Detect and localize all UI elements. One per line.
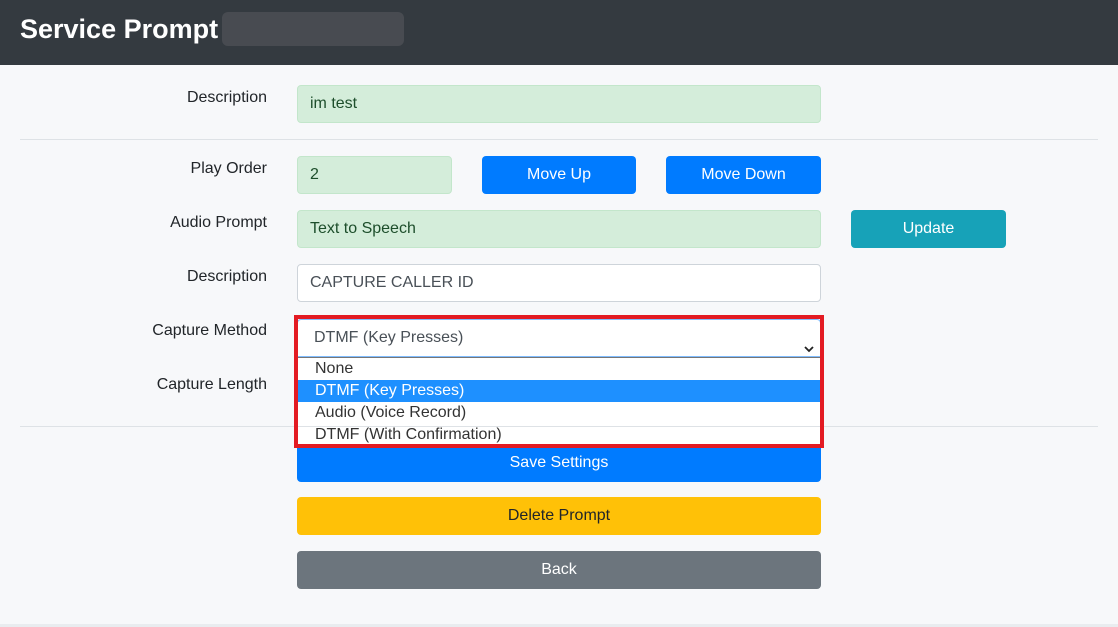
delete-prompt-button[interactable]: Delete Prompt [297, 497, 821, 535]
audio-prompt-label: Audio Prompt [170, 214, 267, 231]
divider [20, 426, 1098, 427]
play-order-field[interactable]: 2 [297, 156, 452, 194]
description-field[interactable]: im test [297, 85, 821, 123]
prompt-description-field[interactable]: CAPTURE CALLER ID [297, 264, 821, 302]
capture-method-value: DTMF (Key Presses) [314, 329, 464, 346]
audio-prompt-field[interactable]: Text to Speech [297, 210, 821, 248]
update-button[interactable]: Update [851, 210, 1006, 248]
move-down-button[interactable]: Move Down [666, 156, 821, 194]
app-header: Service Prompt [0, 0, 1118, 65]
page-title: Service Prompt [20, 14, 219, 44]
capture-method-dropdown: None DTMF (Key Presses) Audio (Voice Rec… [297, 357, 821, 447]
chevron-down-icon[interactable] [804, 332, 814, 353]
play-order-label: Play Order [190, 160, 267, 177]
redacted-area [222, 12, 404, 46]
capture-method-label: Capture Method [152, 322, 267, 339]
capture-method-select[interactable]: DTMF (Key Presses) [297, 319, 821, 357]
dropdown-option-audio-voice-record[interactable]: Audio (Voice Record) [298, 402, 820, 424]
capture-length-label: Capture Length [156, 376, 267, 393]
dropdown-option-dtmf-key-presses[interactable]: DTMF (Key Presses) [298, 380, 820, 402]
save-settings-button[interactable]: Save Settings [297, 444, 821, 482]
divider [20, 139, 1098, 140]
move-up-button[interactable]: Move Up [482, 156, 636, 194]
description-label: Description [186, 89, 267, 106]
back-button[interactable]: Back [297, 551, 821, 589]
dropdown-option-dtmf-with-confirmation[interactable]: DTMF (With Confirmation) [298, 424, 820, 446]
dropdown-option-none[interactable]: None [298, 358, 820, 380]
prompt-description-label: Description [186, 268, 267, 285]
